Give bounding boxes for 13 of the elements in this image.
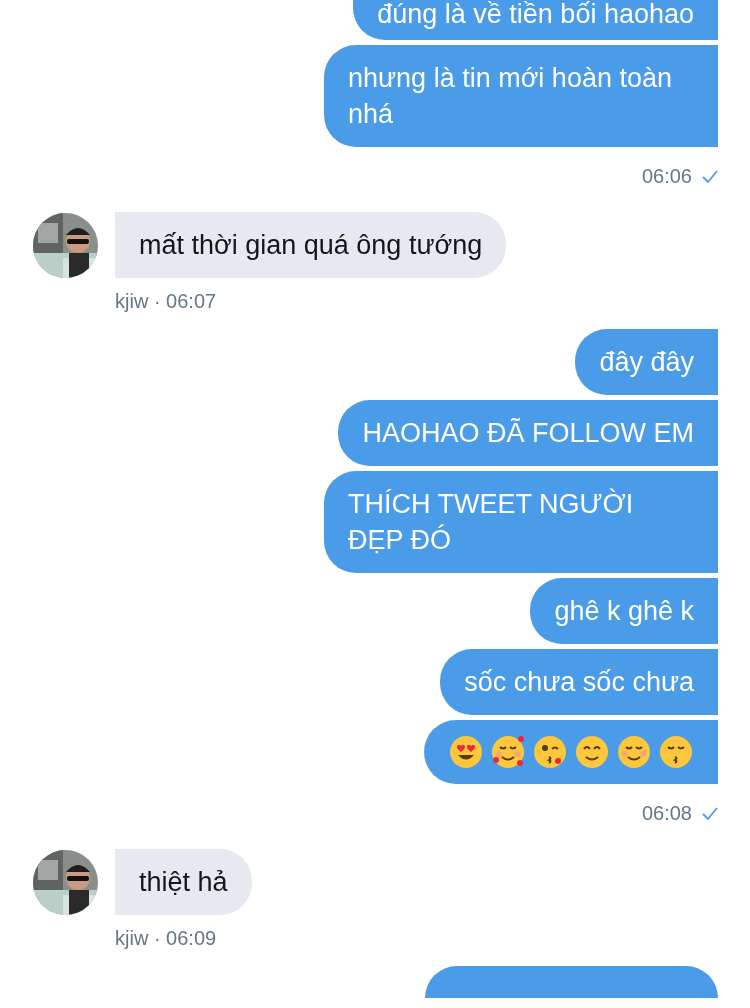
- message-bubble: nhưng là tin mới hoàn toàn nhá: [324, 45, 718, 147]
- message-bubble: HAOHAO ĐÃ FOLLOW EM: [338, 400, 718, 466]
- message-bubble: THÍCH TWEET NGƯỜI ĐẸP ĐÓ: [324, 471, 718, 573]
- message-bubble: đúng là về tiền bối haohao: [353, 0, 718, 40]
- message-bubble: sốc chưa sốc chưa: [440, 649, 718, 715]
- message-bubble: mất thời gian quá ông tướng: [115, 212, 507, 278]
- sender-time: kjiw · 06:09: [115, 927, 218, 950]
- message-time: 06:06: [641, 165, 692, 188]
- message-bubble: ghê k ghê k: [530, 578, 718, 644]
- sender-time: kjiw · 06:07: [115, 290, 218, 313]
- message-bubble: đây đây: [575, 329, 718, 395]
- message-time: 06:08: [641, 802, 692, 825]
- message-bubble: thiệt hả: [115, 849, 252, 915]
